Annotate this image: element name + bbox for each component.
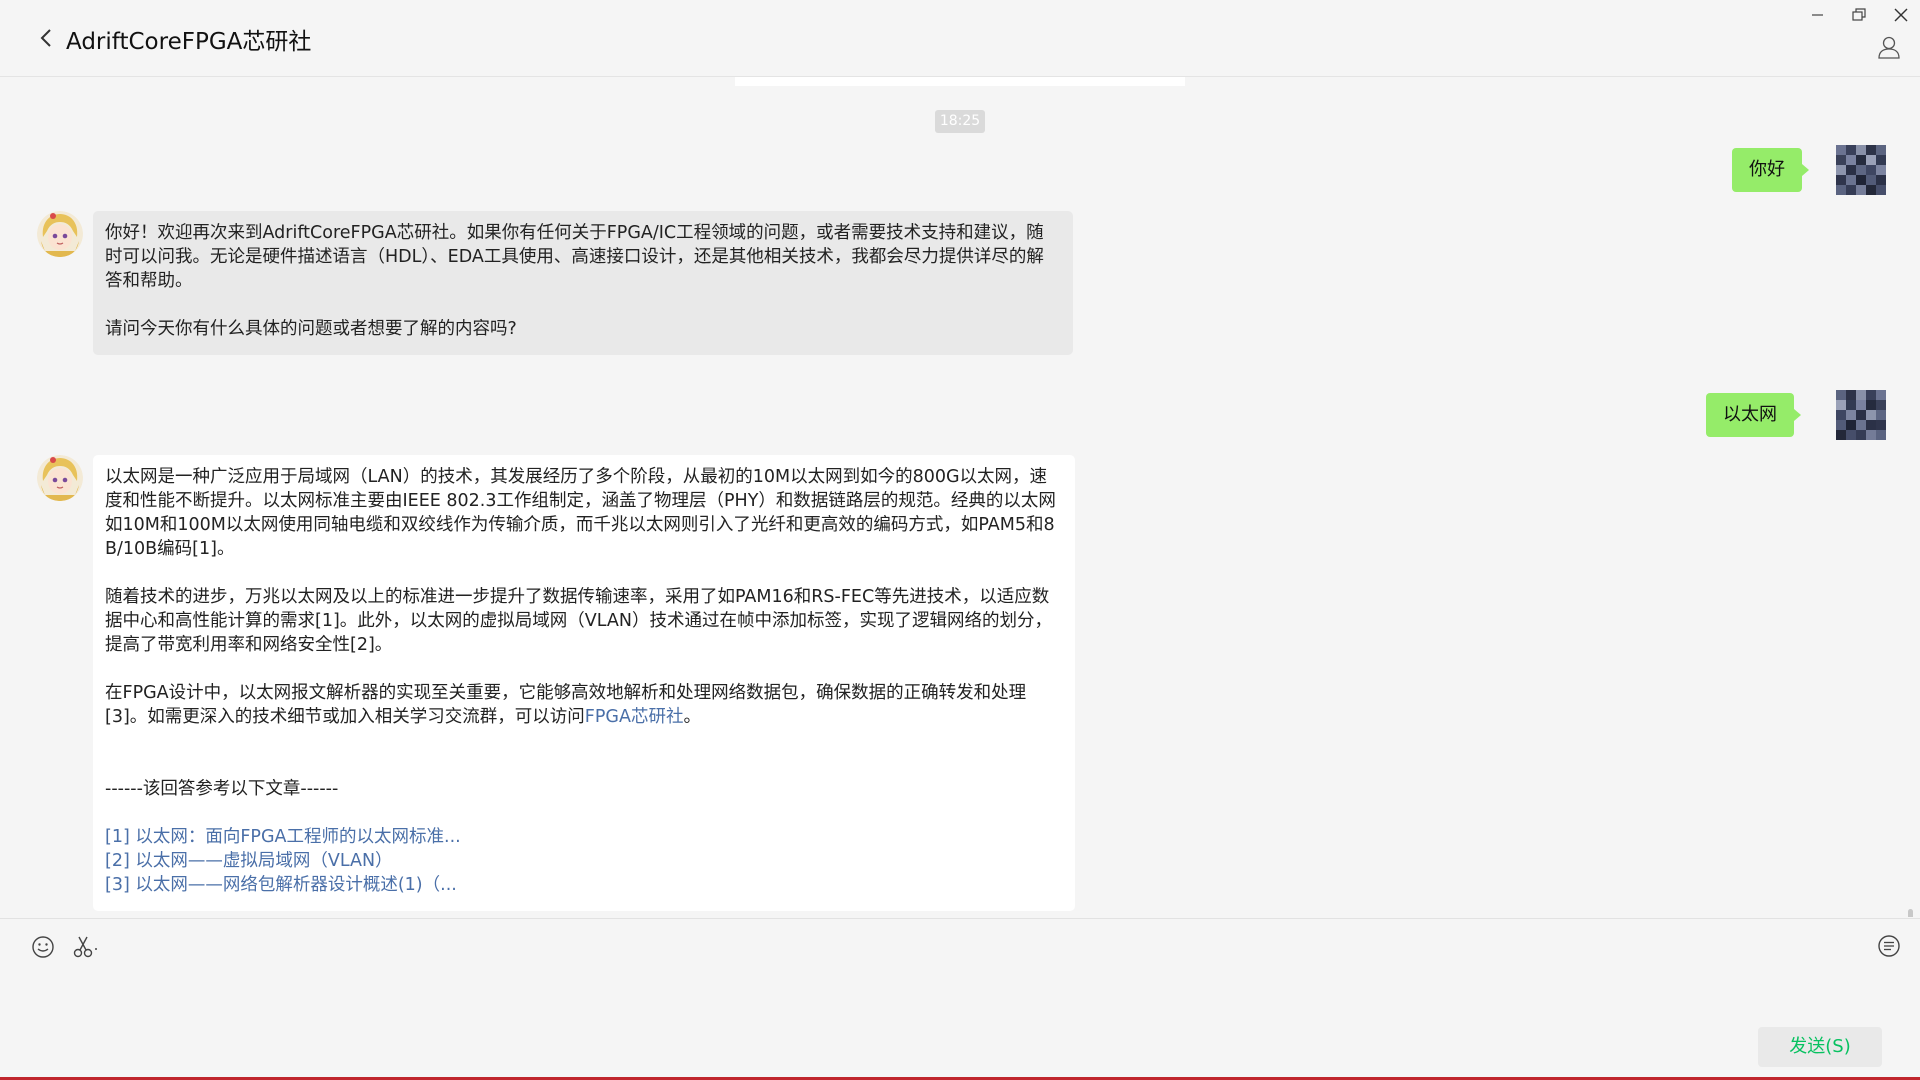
self-avatar[interactable] [1836,145,1886,195]
send-button[interactable]: 发送(S) [1758,1027,1882,1067]
self-message-bubble[interactable]: 你好 [1732,148,1809,192]
fpga-link[interactable]: FPGA芯研社 [585,707,684,727]
bot-message-bubble[interactable]: 以太网是一种广泛应用于局域网（LAN）的技术，其发展经历了多个阶段，从最初的10… [93,455,1075,911]
scissors-icon[interactable] [71,934,101,960]
bot-avatar[interactable] [37,211,83,257]
title-bar: AdriftCoreFPGA芯研社 [0,0,1920,77]
back-icon[interactable] [36,26,58,50]
bot-avatar[interactable] [37,455,83,501]
reference-header: ------该回答参考以下文章------ [105,779,339,799]
emoji-icon[interactable] [30,934,56,960]
input-area[interactable]: 发送(S) [0,918,1920,1079]
reference-link-1[interactable]: [1] 以太网：面向FPGA工程师的以太网标准... [105,825,1063,849]
bot-message-paragraph: 以太网是一种广泛应用于局域网（LAN）的技术，其发展经历了多个阶段，从最初的10… [105,467,1056,559]
bot-message-paragraph: 随着技术的进步，万兆以太网及以上的标准进一步提升了数据传输速率，采用了如PAM1… [105,587,1052,655]
bot-message-paragraph: 你好！欢迎再次来到AdriftCoreFPGA芯研社。如果你有任何关于FPGA/… [105,223,1044,291]
self-avatar[interactable] [1836,390,1886,440]
time-stamp: 18:25 [935,110,985,133]
bot-message-bubble[interactable]: 你好！欢迎再次来到AdriftCoreFPGA芯研社。如果你有任何关于FPGA/… [93,211,1073,355]
self-message-bubble[interactable]: 以太网 [1706,393,1801,437]
previous-message-edge [735,77,1185,86]
minimize-icon[interactable] [1800,2,1834,28]
bot-message-paragraph: 请问今天你有什么具体的问题或者想要了解的内容吗? [105,319,517,339]
message-list[interactable]: 18:25 你好 你好！欢迎再次来到AdriftCoreFPGA芯研社。如果你有… [0,77,1920,917]
paragraph-text: 。 [683,707,701,727]
chat-history-icon[interactable] [1876,933,1902,959]
restore-icon[interactable] [1842,2,1876,28]
chat-title: AdriftCoreFPGA芯研社 [66,29,312,55]
bot-message-paragraph: 在FPGA设计中，以太网报文解析器的实现至关重要，它能够高效地解析和处理网络数据… [105,681,1063,729]
reference-link-3[interactable]: [3] 以太网——网络包解析器设计概述(1)（... [105,873,1063,897]
paragraph-text: 在FPGA设计中，以太网报文解析器的实现至关重要，它能够高效地解析和处理网络数据… [105,683,1027,727]
user-icon[interactable] [1876,34,1902,60]
reference-link-2[interactable]: [2] 以太网——虚拟局域网（VLAN） [105,849,1063,873]
scrollbar-thumb[interactable] [1908,909,1913,917]
close-icon[interactable] [1884,2,1918,28]
